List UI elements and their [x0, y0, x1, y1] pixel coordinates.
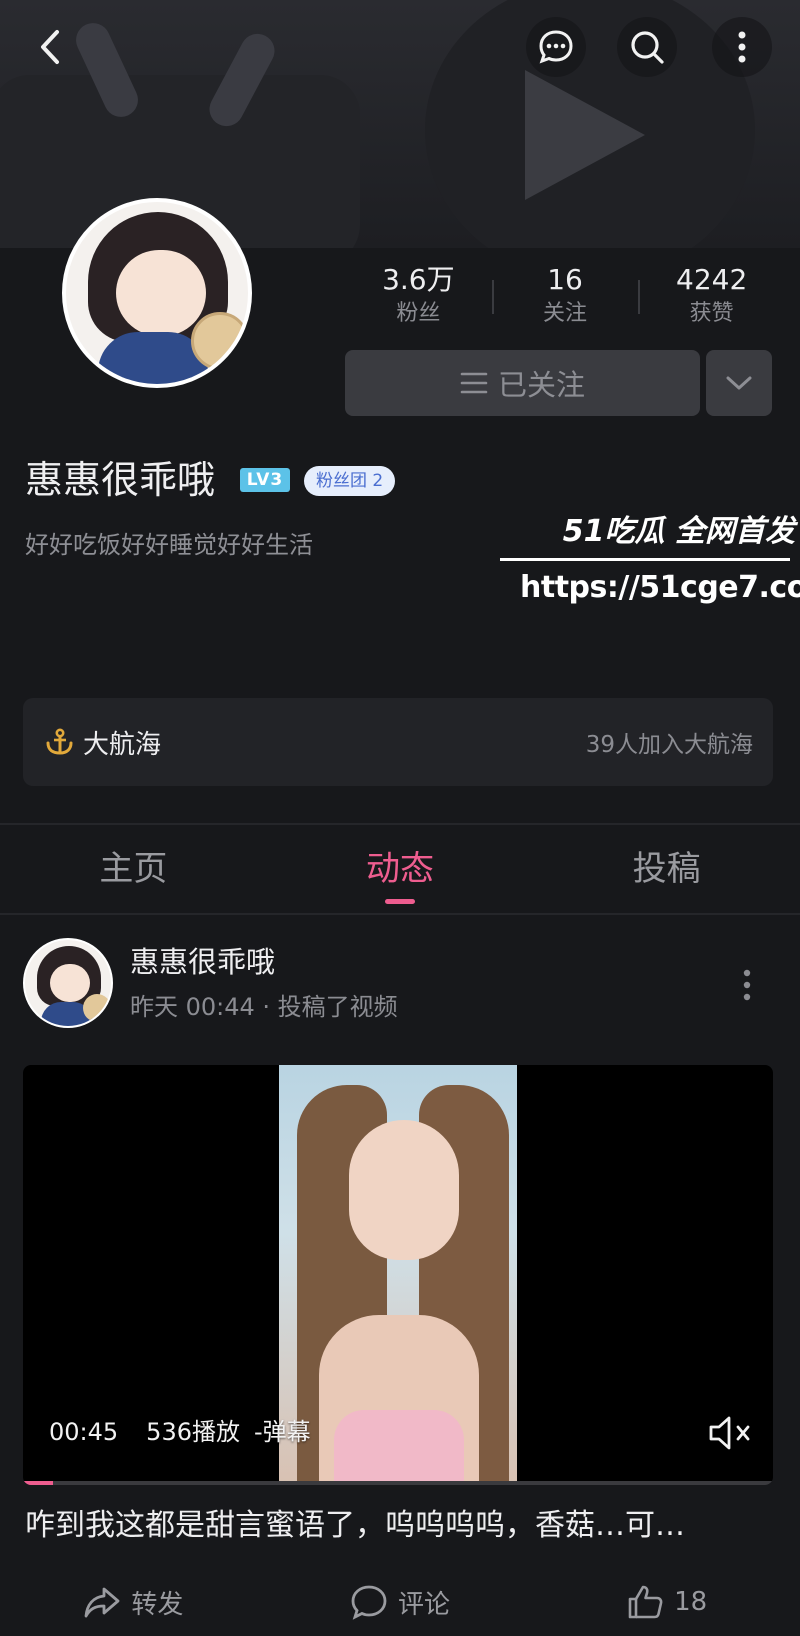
video-plays: 536播放: [146, 1418, 240, 1446]
profile-bio: 好好吃饭好好睡觉好好生活: [25, 531, 313, 559]
stat-value: 3.6万: [382, 263, 455, 296]
stat-likes[interactable]: 4242 获赞: [638, 262, 785, 332]
video-thumbnail: [279, 1065, 517, 1485]
post-author-avatar[interactable]: [23, 938, 113, 1028]
divider: [0, 823, 800, 825]
video-info: 00:45 536播放 -弹幕: [49, 1415, 311, 1449]
stat-following[interactable]: 16 关注: [491, 262, 639, 332]
post-actions: 转发 评论 18: [0, 1572, 800, 1632]
video-progress-fill: [23, 1481, 53, 1485]
comment-label: 评论: [398, 1589, 451, 1620]
thumbs-up-icon: [628, 1585, 663, 1619]
search-icon: [631, 31, 664, 64]
post-more-button[interactable]: [732, 960, 762, 1010]
watermark: 51吃瓜 全网首发 https://51cge7.com: [500, 510, 800, 615]
tab-uploads[interactable]: 投稿: [533, 826, 800, 912]
profile-tabs: 主页 动态 投稿: [0, 826, 800, 912]
video-progress-bar[interactable]: [23, 1481, 773, 1485]
video-danmaku: -弹幕: [253, 1418, 311, 1446]
share-label: 转发: [131, 1589, 184, 1620]
banner-play-shape: [525, 70, 645, 200]
more-vertical-icon: [743, 969, 751, 1001]
video-duration: 00:45: [49, 1418, 119, 1446]
menu-lines-icon: [460, 372, 488, 394]
like-count: 18: [674, 1587, 708, 1617]
post-caption[interactable]: 咋到我这都是甜言蜜语了，呜呜呜呜，香菇…可…: [25, 1505, 775, 1547]
share-arrow-icon: [84, 1587, 120, 1618]
stat-value: 16: [547, 263, 583, 296]
followed-button[interactable]: 已关注: [345, 350, 700, 416]
watermark-url: https://51cge7.com: [520, 570, 800, 605]
post-meta: 昨天 00:44 · 投稿了视频: [130, 993, 398, 1021]
stat-label: 获赞: [689, 301, 734, 326]
anchor-icon: [46, 728, 73, 755]
profile-avatar[interactable]: [62, 198, 252, 388]
mute-button[interactable]: [707, 1413, 757, 1453]
search-button[interactable]: [617, 17, 677, 77]
stat-label: 关注: [543, 301, 588, 326]
fan-club-badge[interactable]: 粉丝团 2: [304, 466, 396, 496]
tab-home[interactable]: 主页: [0, 826, 267, 912]
profile-stats: 3.6万 粉丝 16 关注 4242 获赞: [345, 262, 785, 332]
stat-value: 4242: [676, 263, 748, 296]
like-button[interactable]: 18: [533, 1572, 800, 1632]
voyage-card[interactable]: 大航海 39人加入大航海: [23, 698, 773, 786]
chevron-down-icon: [726, 376, 752, 390]
more-options-button[interactable]: [712, 17, 772, 77]
level-badge: LV3: [240, 468, 290, 492]
more-vertical-icon: [738, 31, 746, 63]
watermark-line: [500, 558, 790, 561]
chat-bubble-icon: [539, 30, 573, 64]
chevron-left-icon: [41, 30, 59, 64]
watermark-brand: 51吃瓜 全网首发: [562, 514, 795, 549]
back-button[interactable]: [20, 17, 80, 77]
tab-dynamic[interactable]: 动态: [267, 826, 534, 912]
followed-button-label: 已关注: [497, 368, 585, 402]
speaker-muted-icon: [709, 1416, 750, 1450]
video-player[interactable]: 00:45 536播放 -弹幕: [23, 1065, 773, 1485]
profile-name: 惠惠很乖哦: [25, 458, 216, 502]
comment-button[interactable]: 评论: [267, 1572, 534, 1632]
voyage-title: 大航海: [83, 729, 162, 760]
post-author-name[interactable]: 惠惠很乖哦: [130, 942, 275, 982]
stat-fans[interactable]: 3.6万 粉丝: [345, 262, 492, 332]
comment-bubble-icon: [351, 1585, 387, 1620]
follow-options-button[interactable]: [706, 350, 772, 416]
voyage-count: 39人加入大航海: [585, 732, 753, 758]
share-button[interactable]: 转发: [0, 1572, 267, 1632]
stat-label: 粉丝: [396, 301, 441, 326]
message-button[interactable]: [526, 17, 586, 77]
divider: [0, 913, 800, 915]
